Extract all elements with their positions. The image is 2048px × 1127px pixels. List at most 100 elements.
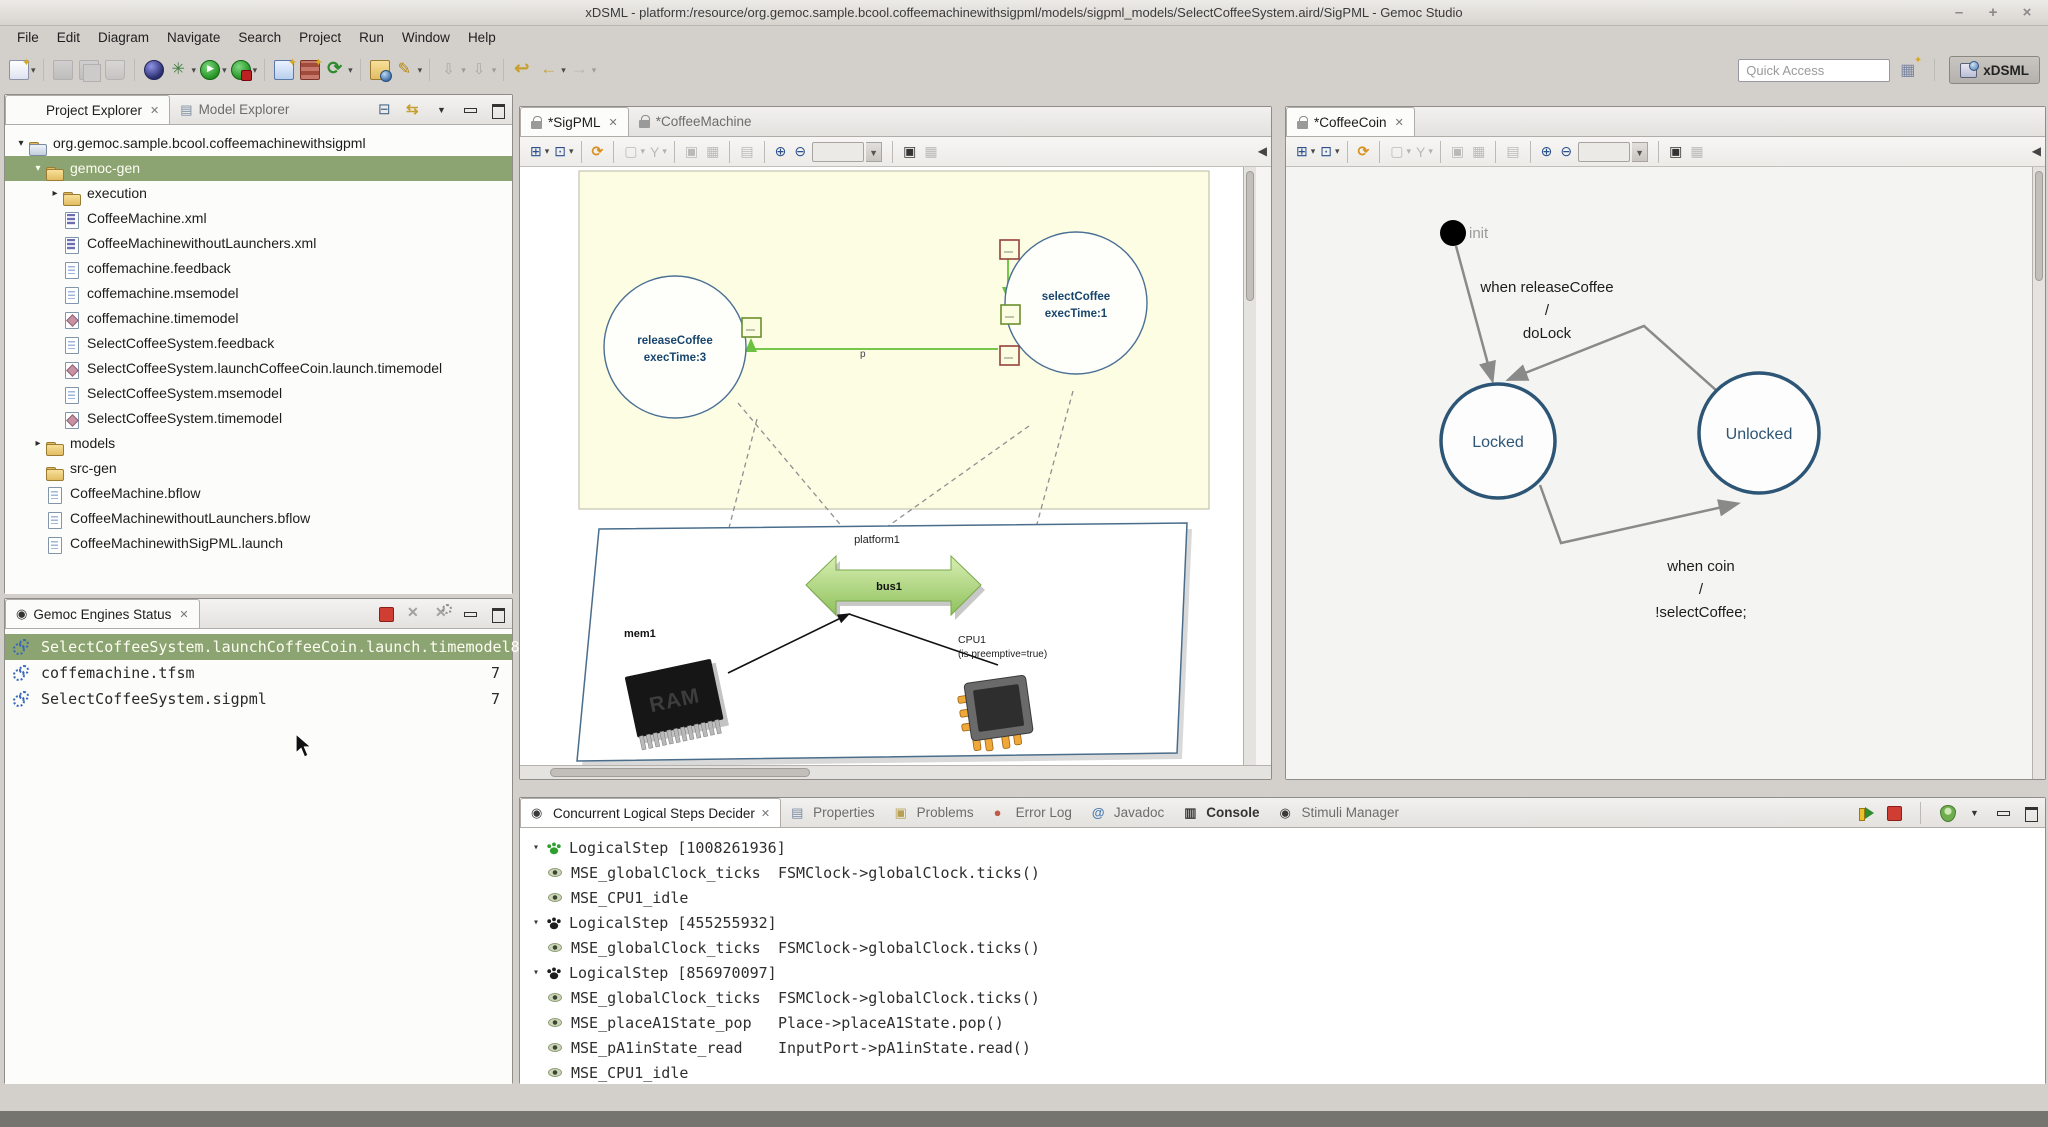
quick-access-input[interactable]	[1738, 59, 1890, 82]
menu-item[interactable]: Diagram	[89, 27, 158, 49]
paint-icon[interactable]	[396, 60, 416, 80]
dropdown-arrow-icon[interactable]: ▾	[253, 65, 258, 76]
window-close-button[interactable]: ×	[2018, 0, 2036, 26]
zoom-out-icon[interactable]: ⊖	[1560, 143, 1572, 160]
tree-item[interactable]: coffemachine.timemodel	[5, 306, 512, 331]
stop-icon[interactable]	[1886, 805, 1902, 821]
dropdown-arrow-icon[interactable]: ▾	[1407, 146, 1412, 157]
tree-item[interactable]: CoffeeMachinewithoutLaunchers.xml	[5, 231, 512, 256]
dropdown-arrow-icon[interactable]: ▾	[192, 65, 197, 76]
zoom-in-icon[interactable]: ⊕	[775, 143, 787, 160]
tree-expand-icon[interactable]: ▸	[30, 438, 46, 449]
tab-coffeecoin[interactable]: *CoffeeCoin ✕	[1286, 107, 1415, 136]
export-image-icon[interactable]: ▣	[1669, 143, 1682, 160]
bottom-tab[interactable]: Console ✕	[1174, 798, 1269, 827]
dispose-all-engines-icon[interactable]	[434, 606, 450, 622]
tab-project-explorer[interactable]: Project Explorer ✕	[5, 95, 170, 124]
paste-layout-icon[interactable]: ▤	[740, 143, 753, 160]
close-tab-icon[interactable]: ✕	[150, 104, 159, 117]
close-tab-icon[interactable]: ✕	[609, 116, 618, 129]
logical-step-row[interactable]: ▾ LogicalStep [1008261936]	[520, 835, 2045, 860]
new-table-icon[interactable]	[300, 60, 320, 80]
bottom-tab[interactable]: Stimuli Manager ✕	[1269, 798, 1409, 827]
logical-step-row[interactable]: MSE_globalClock_ticks FSMClock->globalCl…	[520, 985, 2045, 1010]
bottom-tab[interactable]: Error Log ✕	[984, 798, 1082, 827]
engine-row[interactable]: SelectCoffeeSystem.launchCoffeeCoin.laun…	[5, 634, 512, 660]
logical-step-row[interactable]: ▾ LogicalStep [856970097]	[520, 960, 2045, 985]
scrollbar-thumb[interactable]	[550, 768, 810, 777]
logical-step-row[interactable]: MSE_pA1inState_read InputPort->pA1inStat…	[520, 1035, 2045, 1060]
minimize-view-icon[interactable]	[462, 606, 478, 622]
initial-transition[interactable]	[1456, 246, 1492, 379]
tree-item[interactable]: CoffeeMachine.xml	[5, 206, 512, 231]
close-tab-icon[interactable]: ✕	[761, 807, 770, 820]
tree-item[interactable]: ▾ org.gemoc.sample.bcool.coffeemachinewi…	[5, 131, 512, 156]
tree-item[interactable]: ▸ execution	[5, 181, 512, 206]
dropdown-arrow-icon[interactable]: ▾	[545, 146, 550, 157]
dropdown-arrow-icon[interactable]: ▾	[348, 65, 353, 76]
edit-icon[interactable]: ▦	[1472, 143, 1485, 160]
view-menu-icon[interactable]	[434, 102, 450, 118]
zoom-in-icon[interactable]: ⊕	[1541, 143, 1553, 160]
next-annotation-icon[interactable]	[470, 60, 490, 80]
external-tools-icon[interactable]	[170, 60, 190, 80]
export-image-icon[interactable]: ▣	[903, 143, 916, 160]
dropdown-arrow-icon[interactable]: ▾	[461, 65, 466, 76]
input-port[interactable]	[1000, 240, 1019, 259]
view-menu-icon[interactable]	[1967, 805, 1983, 821]
logical-step-row[interactable]: MSE_globalClock_ticks FSMClock->globalCl…	[520, 935, 2045, 960]
dropdown-arrow-icon[interactable]: ▾	[561, 65, 566, 76]
maximize-view-icon[interactable]	[490, 606, 506, 622]
menu-item[interactable]: File	[8, 27, 48, 49]
tree-expand-icon[interactable]: ▸	[47, 188, 63, 199]
tree-item[interactable]: src-gen	[5, 456, 512, 481]
dropdown-arrow-icon[interactable]: ▾	[641, 146, 646, 157]
run-icon[interactable]	[200, 60, 220, 80]
refresh-diagram-icon[interactable]: ⟳	[592, 143, 604, 160]
tab-sigpml[interactable]: *SigPML ✕	[520, 107, 629, 136]
decider-shield-icon[interactable]	[1939, 805, 1955, 821]
logical-step-row[interactable]: MSE_CPU1_idle	[520, 885, 2045, 910]
zoom-out-icon[interactable]: ⊖	[794, 143, 806, 160]
dropdown-arrow-icon[interactable]: ▾	[592, 65, 597, 76]
tree-expand-icon[interactable]: ▾	[528, 917, 544, 928]
dropdown-arrow-icon[interactable]: ▾	[492, 65, 497, 76]
pin-icon[interactable]: ▣	[1451, 143, 1464, 160]
logical-step-row[interactable]: MSE_placeA1State_pop Place->placeA1State…	[520, 1010, 2045, 1035]
dispose-engine-icon[interactable]	[406, 606, 422, 622]
new-wizard-icon[interactable]	[9, 60, 29, 80]
paste-layout-icon[interactable]: ▤	[1506, 143, 1519, 160]
minimize-view-icon[interactable]	[462, 102, 478, 118]
combo-arrow-icon[interactable]: ▼	[1632, 142, 1648, 162]
edit-icon[interactable]: ▦	[706, 143, 719, 160]
combo-arrow-icon[interactable]: ▼	[866, 142, 882, 162]
transition-locked-to-unlocked[interactable]	[1540, 485, 1736, 543]
maximize-view-icon[interactable]	[490, 102, 506, 118]
output-port[interactable]	[742, 318, 761, 337]
perspective-xdsml-button[interactable]: xDSML	[1949, 56, 2040, 84]
dropdown-arrow-icon[interactable]: ▾	[222, 65, 227, 76]
tab-coffeemachine[interactable]: *CoffeeMachine	[629, 107, 762, 136]
print-icon[interactable]	[105, 60, 125, 80]
dropdown-arrow-icon[interactable]: ▾	[1428, 146, 1433, 157]
coffeecoin-canvas[interactable]: init when releaseCoffee / doLock Locked …	[1286, 167, 2045, 779]
menu-item[interactable]: Edit	[48, 27, 89, 49]
forward-icon[interactable]	[570, 60, 590, 80]
menu-item[interactable]: Help	[459, 27, 505, 49]
scrollbar-thumb[interactable]	[2035, 171, 2043, 281]
output-port[interactable]	[1001, 305, 1020, 324]
restore-pane-icon[interactable]: ◀	[2032, 144, 2041, 158]
zoom-level-combo[interactable]	[1578, 142, 1630, 162]
sigpml-canvas[interactable]: p releaseCoffee execTime:3 selectCoffee …	[520, 167, 1256, 765]
last-edit-icon[interactable]	[439, 60, 459, 80]
layout-mode-icon[interactable]: ⊡	[1320, 143, 1332, 160]
dropdown-arrow-icon[interactable]: ▾	[418, 65, 423, 76]
close-tab-icon[interactable]: ✕	[1395, 116, 1404, 129]
tree-item[interactable]: CoffeeMachinewithSigPML.launch	[5, 531, 512, 556]
dropdown-arrow-icon[interactable]: ▾	[569, 146, 574, 157]
open-model-icon[interactable]	[370, 60, 390, 80]
dropdown-arrow-icon[interactable]: ▾	[1311, 146, 1316, 157]
bottom-tab[interactable]: Javadoc ✕	[1082, 798, 1174, 827]
new-container-icon[interactable]: ▢	[624, 143, 637, 160]
tree-expand-icon[interactable]: ▾	[528, 967, 544, 978]
